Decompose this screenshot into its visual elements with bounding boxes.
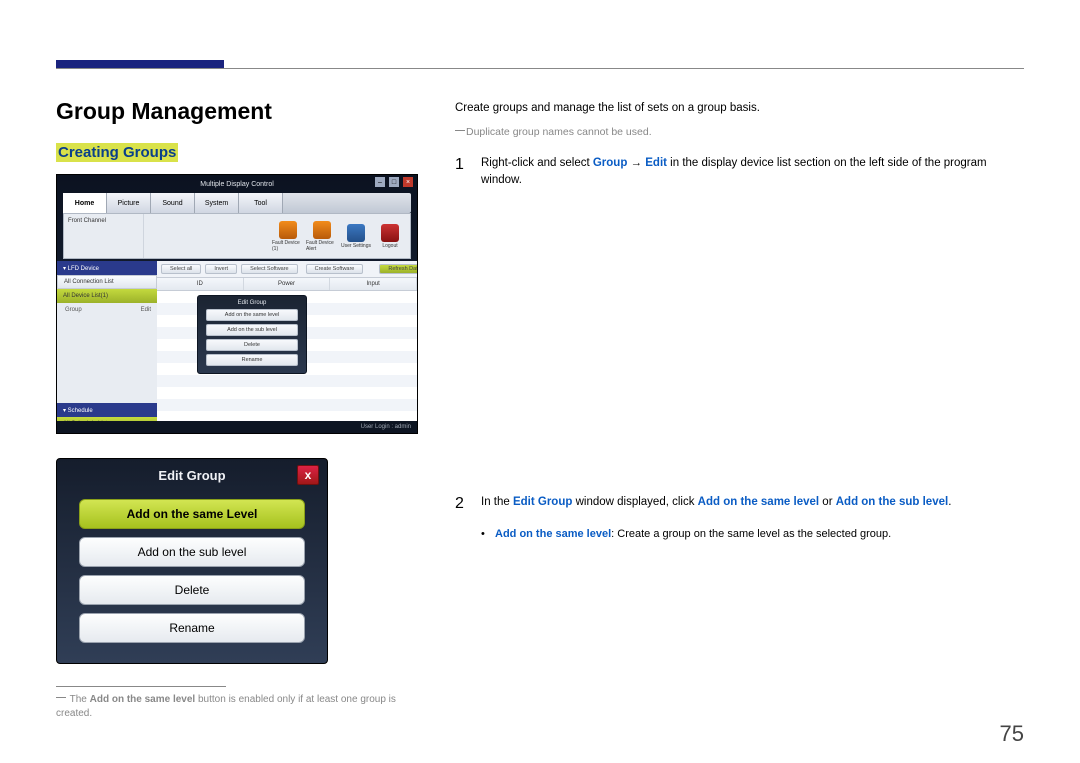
popup-delete[interactable]: Delete bbox=[206, 339, 298, 351]
step-2-number: 2 bbox=[455, 492, 481, 516]
btn-refresh[interactable]: Refresh Data bbox=[379, 264, 418, 274]
ss1-action-row: Select all Invert Select Software Create… bbox=[157, 261, 417, 277]
btn-createsw[interactable]: Create Software bbox=[306, 264, 364, 274]
col-input: Input bbox=[330, 278, 417, 290]
ss1-ribbon: Front Channel Fault Device (1) Fault Dev… bbox=[63, 213, 411, 259]
tab-tool[interactable]: Tool bbox=[239, 193, 283, 213]
ss1-sidebar: ▾ LFD Device All Connection List All Dev… bbox=[57, 261, 157, 421]
popup-add-sub[interactable]: Add on the sub level bbox=[206, 324, 298, 336]
ss1-columns: ID Power Input bbox=[157, 277, 417, 291]
dialog-rename-button[interactable]: Rename bbox=[79, 613, 305, 643]
footnote-rule bbox=[56, 686, 226, 687]
dash-icon bbox=[56, 697, 66, 698]
edit-group-popup-small: Edit Group Add on the same level Add on … bbox=[197, 295, 307, 374]
ribbon-right: Fault Device (1) Fault Device Alert User… bbox=[144, 214, 410, 258]
right-column: Create groups and manage the list of set… bbox=[455, 100, 1024, 542]
intro-text: Create groups and manage the list of set… bbox=[455, 100, 1024, 117]
tab-picture[interactable]: Picture bbox=[107, 193, 151, 213]
sb-all-device[interactable]: All Device List(1) bbox=[57, 289, 157, 303]
ss1-footer: User Login : admin bbox=[57, 421, 417, 433]
subsection-title: Creating Groups bbox=[56, 143, 178, 162]
ss1-main: Select all Invert Select Software Create… bbox=[157, 261, 417, 421]
screenshot-mdc-window: Multiple Display Control – □ × Home Pict… bbox=[56, 174, 418, 434]
popup-add-same[interactable]: Add on the same level bbox=[206, 309, 298, 321]
dialog-title: Edit Group bbox=[158, 468, 225, 483]
sb-all-connection[interactable]: All Connection List bbox=[57, 275, 157, 289]
step-1: 1 Right-click and select Group → Edit in… bbox=[455, 153, 1024, 190]
sb-head-schedule[interactable]: ▾ Schedule bbox=[57, 403, 157, 417]
sb-group-row[interactable]: GroupEdit bbox=[57, 303, 157, 317]
close-icon[interactable]: × bbox=[403, 177, 413, 187]
fault-device-alert-icon[interactable]: Fault Device Alert bbox=[306, 221, 338, 252]
dialog-add-sub-button[interactable]: Add on the sub level bbox=[79, 537, 305, 567]
logout-icon[interactable]: Logout bbox=[374, 224, 406, 249]
step-1-number: 1 bbox=[455, 153, 481, 190]
btn-selectsw[interactable]: Select Software bbox=[241, 264, 298, 274]
step-2-body: In the Edit Group window displayed, clic… bbox=[481, 492, 1024, 516]
dash-icon bbox=[455, 130, 465, 131]
dialog-titlebar: Edit Group x bbox=[57, 459, 327, 491]
popup-title: Edit Group bbox=[202, 300, 302, 306]
left-column: Group Management Creating Groups Multipl… bbox=[56, 98, 426, 721]
edit-group-dialog: Edit Group x Add on the same Level Add o… bbox=[56, 458, 328, 664]
ss1-window-title: Multiple Display Control bbox=[57, 181, 417, 188]
bullet-icon: • bbox=[481, 526, 495, 543]
minimize-icon[interactable]: – bbox=[375, 177, 385, 187]
tab-home[interactable]: Home bbox=[63, 193, 107, 213]
top-rule bbox=[56, 68, 1024, 69]
footnote: The Add on the same level button is enab… bbox=[56, 693, 426, 721]
col-id: ID bbox=[157, 278, 244, 290]
step-1-body: Right-click and select Group → Edit in t… bbox=[481, 153, 1024, 190]
page-number: 75 bbox=[1000, 721, 1024, 747]
bullet-body: Add on the same level: Create a group on… bbox=[495, 526, 891, 543]
manual-page: Group Management Creating Groups Multipl… bbox=[0, 0, 1080, 763]
dialog-delete-button[interactable]: Delete bbox=[79, 575, 305, 605]
section-title: Group Management bbox=[56, 98, 426, 125]
maximize-icon[interactable]: □ bbox=[389, 177, 399, 187]
bullet-same-level: • Add on the same level: Create a group … bbox=[481, 526, 1024, 543]
user-settings-icon[interactable]: User Settings bbox=[340, 224, 372, 249]
dialog-add-same-button[interactable]: Add on the same Level bbox=[79, 499, 305, 529]
step-2: 2 In the Edit Group window displayed, cl… bbox=[455, 492, 1024, 516]
accent-bar bbox=[56, 60, 224, 68]
dialog-close-icon[interactable]: x bbox=[297, 465, 319, 485]
note-duplicate: Duplicate group names cannot be used. bbox=[455, 125, 1024, 141]
tab-sound[interactable]: Sound bbox=[151, 193, 195, 213]
ss1-grid: Edit Group Add on the same level Add on … bbox=[157, 291, 417, 431]
ribbon-left: Front Channel bbox=[64, 214, 144, 258]
sb-head-lfd[interactable]: ▾ LFD Device bbox=[57, 261, 157, 275]
ss1-tabbar: Home Picture Sound System Tool bbox=[63, 193, 411, 213]
btn-invert[interactable]: Invert bbox=[205, 264, 237, 274]
window-buttons: – □ × bbox=[375, 177, 413, 187]
popup-rename[interactable]: Rename bbox=[206, 354, 298, 366]
col-power: Power bbox=[244, 278, 331, 290]
fault-device-icon[interactable]: Fault Device (1) bbox=[272, 221, 304, 252]
btn-selectall[interactable]: Select all bbox=[161, 264, 201, 274]
tab-system[interactable]: System bbox=[195, 193, 239, 213]
